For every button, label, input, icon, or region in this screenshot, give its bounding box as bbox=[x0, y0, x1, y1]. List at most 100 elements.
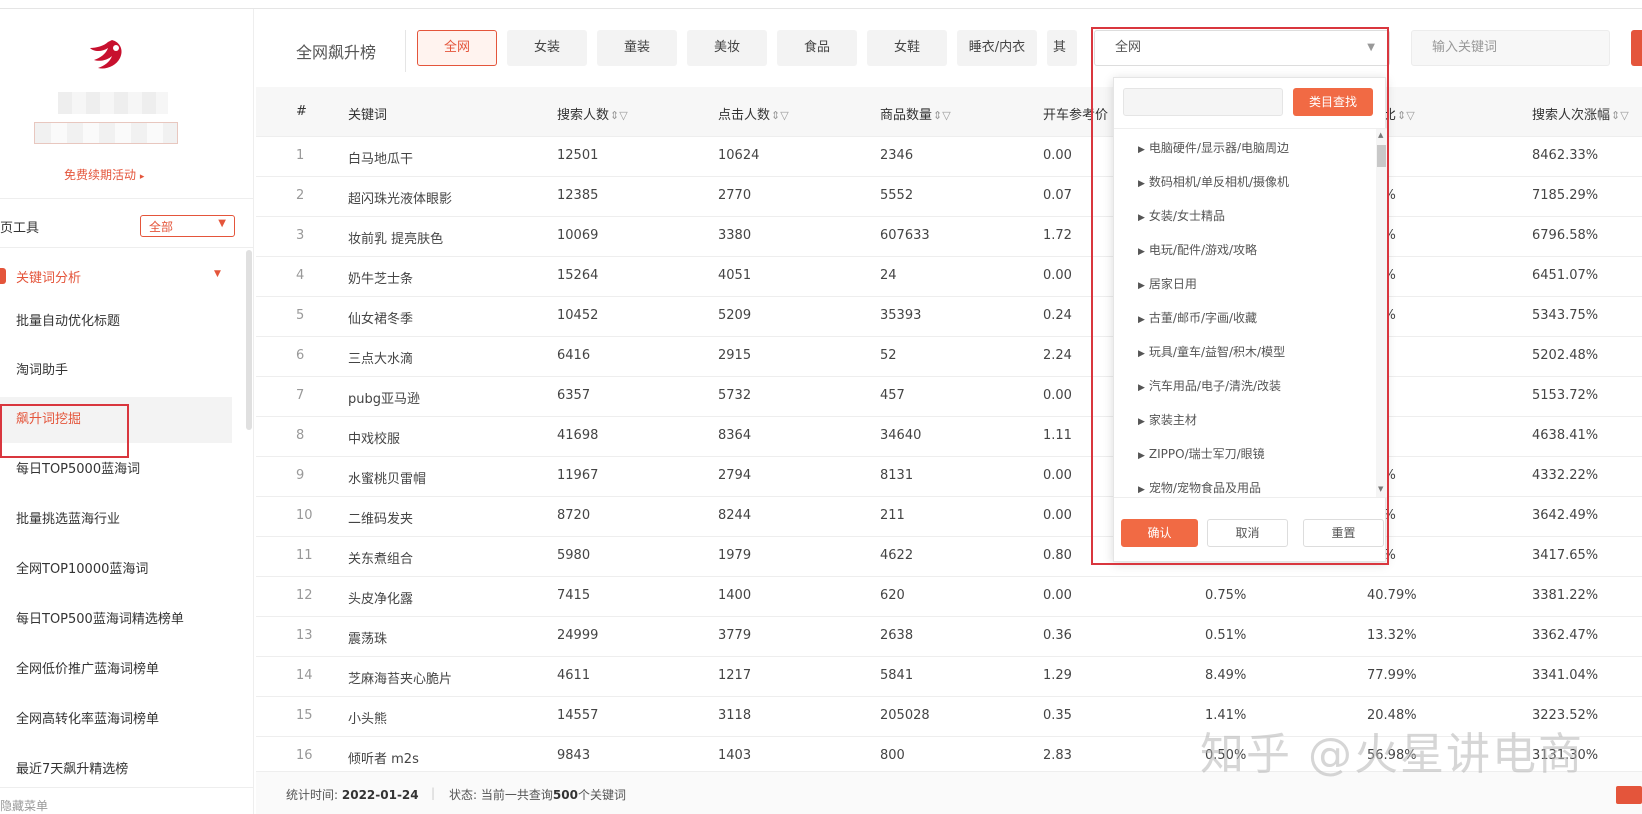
cell-search-count: 24999 bbox=[557, 628, 599, 643]
cell-keyword: 三点大水滴 bbox=[348, 352, 414, 367]
sidebar-item-low-price[interactable]: 全网低价推广蓝海词榜单 bbox=[0, 647, 232, 693]
table-row[interactable]: 3妆前乳 提亮肤色1006933806076331.7231%6796.58% bbox=[256, 217, 1642, 257]
category-food[interactable]: 食品 bbox=[777, 30, 857, 66]
category-kids[interactable]: 童装 bbox=[597, 30, 677, 66]
table-row[interactable]: 4奶牛芝士条152644051240.0051%6451.07% bbox=[256, 257, 1642, 297]
col-goods-count[interactable]: 商品数量⇕▽ bbox=[880, 104, 951, 123]
renew-link[interactable]: 免费续期活动 ▸ bbox=[64, 166, 144, 183]
table-row[interactable]: 1白马地瓜干125011062423460.00%8462.33% bbox=[256, 137, 1642, 177]
cell-index: 2 bbox=[296, 188, 305, 203]
cell-index: 4 bbox=[296, 268, 305, 283]
cell-index: 7 bbox=[296, 388, 305, 403]
cell-search-count: 6357 bbox=[557, 388, 591, 403]
divider bbox=[405, 30, 406, 72]
corner-badge[interactable] bbox=[1616, 786, 1642, 804]
blurred-shop-name bbox=[34, 122, 178, 144]
cell-search-count: 10452 bbox=[557, 308, 599, 323]
cell-click-count: 1403 bbox=[718, 748, 752, 763]
cell-index: 13 bbox=[296, 628, 313, 643]
cell-search-count: 11967 bbox=[557, 468, 599, 483]
sidebar-item-high-conversion[interactable]: 全网高转化率蓝海词榜单 bbox=[0, 697, 232, 743]
cell-goods-count: 205028 bbox=[880, 708, 930, 723]
cell-search-rise: 3341.04% bbox=[1532, 668, 1599, 683]
cell-index: 6 bbox=[296, 348, 305, 363]
cell-click-count: 2794 bbox=[718, 468, 752, 483]
status-text: 状态: 当前一共查询500个关键词 bbox=[449, 788, 626, 802]
table-row[interactable]: 6三点大水滴64162915522.24%5202.48% bbox=[256, 337, 1642, 377]
table-row[interactable]: 12 头皮净化露 7415 1400 620 0.00 0.75% 40.79% 3381.22… bbox=[256, 577, 1642, 617]
cell-col6: 8.49% bbox=[1205, 668, 1247, 683]
sort-icon: ⇕▽ bbox=[1397, 109, 1415, 122]
cell-ref-price: 0.36 bbox=[1043, 628, 1072, 643]
cell-click-count: 8244 bbox=[718, 508, 752, 523]
cell-click-count: 5732 bbox=[718, 388, 752, 403]
table-row[interactable]: 5仙女裙冬季104525209353930.2443%5343.75% bbox=[256, 297, 1642, 337]
tool-select[interactable]: 全部 ▼ bbox=[140, 215, 235, 237]
sort-icon: ⇕▽ bbox=[1611, 109, 1629, 122]
sidebar-scrollbar[interactable] bbox=[246, 250, 252, 430]
category-beauty[interactable]: 美妆 bbox=[687, 30, 767, 66]
cell-ref-price: 0.00 bbox=[1043, 508, 1072, 523]
col-search-count[interactable]: 搜索人数⇕▽ bbox=[557, 104, 628, 123]
table-row[interactable]: 13 震荡珠 24999 3779 2638 0.36 0.51% 13.32% 3362.47… bbox=[256, 617, 1642, 657]
cell-keyword: 水蜜桃贝雷帽 bbox=[348, 472, 427, 487]
sidebar-item-word-helper[interactable]: 淘词助手 bbox=[0, 348, 232, 394]
cell-index: 15 bbox=[296, 708, 313, 723]
divider bbox=[0, 787, 254, 788]
sidebar-item-batch-title[interactable]: 批量自动优化标题 bbox=[0, 299, 232, 345]
cell-search-rise: 6796.58% bbox=[1532, 228, 1599, 243]
col-click-count[interactable]: 点击人数⇕▽ bbox=[718, 104, 789, 123]
table-header: # 关键词 搜索人数⇕▽ 点击人数⇕▽ 商品数量⇕▽ 开车参考价 占比⇕▽ 搜索… bbox=[256, 87, 1642, 137]
sidebar-item-batch-industry[interactable]: 批量挑选蓝海行业 bbox=[0, 497, 232, 543]
category-sleepwear[interactable]: 睡衣/内衣 bbox=[957, 30, 1037, 66]
cell-keyword: 中戏校服 bbox=[348, 432, 401, 447]
col-keyword: 关键词 bbox=[348, 108, 388, 123]
table-row[interactable]: 10二维码发夹872082442110.0012%3642.49% bbox=[256, 497, 1642, 537]
table-row[interactable]: 2超闪珠光液体眼影12385277055520.0718%7185.29% bbox=[256, 177, 1642, 217]
cell-goods-count: 24 bbox=[880, 268, 897, 283]
cell-ref-price: 2.24 bbox=[1043, 348, 1072, 363]
category-womens[interactable]: 女装 bbox=[507, 30, 587, 66]
cell-click-count: 1979 bbox=[718, 548, 752, 563]
col-search-rise[interactable]: 搜索人次涨幅⇕▽ bbox=[1532, 104, 1629, 123]
cell-click-count: 10624 bbox=[718, 148, 760, 163]
cell-keyword: 头皮净化露 bbox=[348, 592, 414, 607]
cell-goods-count: 52 bbox=[880, 348, 897, 363]
cell-goods-count: 8131 bbox=[880, 468, 914, 483]
sidebar-item-daily-top500[interactable]: 每日TOP500蓝海词精选榜单 bbox=[0, 597, 232, 643]
category-shoes[interactable]: 女鞋 bbox=[867, 30, 947, 66]
cell-ref-price: 1.72 bbox=[1043, 228, 1072, 243]
cell-ref-price: 0.00 bbox=[1043, 588, 1072, 603]
cell-click-count: 3380 bbox=[718, 228, 752, 243]
sidebar-item-top10000[interactable]: 全网TOP10000蓝海词 bbox=[0, 547, 232, 593]
cell-search-rise: 6451.07% bbox=[1532, 268, 1599, 283]
cell-goods-count: 34640 bbox=[880, 428, 922, 443]
table-row[interactable]: 7pubg亚马逊635757324570.007%5153.72% bbox=[256, 377, 1642, 417]
keyword-input[interactable]: 输入关键词 bbox=[1411, 30, 1610, 66]
cell-keyword: 超闪珠光液体眼影 bbox=[348, 192, 453, 207]
blurred-username bbox=[58, 92, 168, 114]
cell-search-rise: 3362.47% bbox=[1532, 628, 1599, 643]
cell-search-rise: 5202.48% bbox=[1532, 348, 1599, 363]
logo-icon bbox=[90, 40, 122, 69]
section-keyword-analysis[interactable]: 关键词分析 ▼ bbox=[0, 262, 232, 290]
cell-ref-price: 0.00 bbox=[1043, 468, 1072, 483]
hide-menu-link[interactable]: 隐藏菜单 bbox=[0, 797, 48, 814]
cell-keyword: 小头熊 bbox=[348, 712, 388, 727]
table-row[interactable]: 11关东煮组合5980197946220.8078%3417.65% bbox=[256, 537, 1642, 577]
table-row[interactable]: 9水蜜桃贝雷帽11967279481310.0037%4332.22% bbox=[256, 457, 1642, 497]
cell-ratio: 13.32% bbox=[1367, 628, 1417, 643]
cell-search-rise: 5343.75% bbox=[1532, 308, 1599, 323]
chevron-down-icon: ▼ bbox=[218, 218, 226, 229]
table-row[interactable]: 14 芝麻海苔夹心脆片 4611 1217 5841 1.29 8.49% 77.99% 334… bbox=[256, 657, 1642, 697]
cell-search-rise: 4638.41% bbox=[1532, 428, 1599, 443]
sort-icon: ⇕▽ bbox=[610, 109, 628, 122]
cell-keyword: 白马地瓜干 bbox=[348, 152, 414, 167]
category-all[interactable]: 全网 bbox=[417, 30, 497, 66]
category-other[interactable]: 其 bbox=[1047, 30, 1077, 66]
cell-index: 9 bbox=[296, 468, 305, 483]
cell-click-count: 4051 bbox=[718, 268, 752, 283]
table-row[interactable]: 8中戏校服416988364346401.114%4638.41% bbox=[256, 417, 1642, 457]
section-marker bbox=[0, 268, 6, 284]
search-button[interactable] bbox=[1631, 30, 1642, 66]
